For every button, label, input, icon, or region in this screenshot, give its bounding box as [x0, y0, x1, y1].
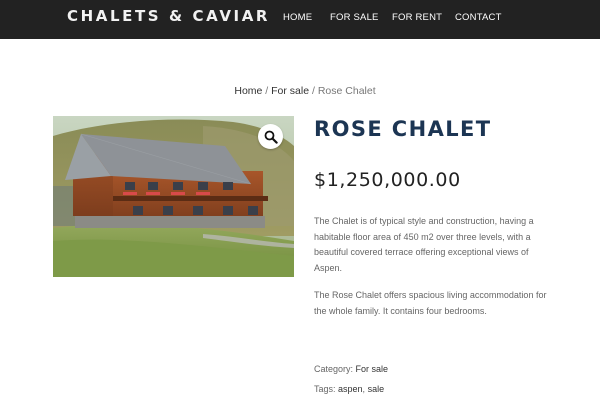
breadcrumb-home[interactable]: Home: [234, 85, 262, 97]
tags-label: Tags:: [314, 384, 339, 394]
product-category: Category: For sale: [314, 364, 388, 374]
product-price: $1,250,000.00: [314, 169, 461, 191]
top-navigation-bar: CHALETS & CAVIAR HOME FOR SALE FOR RENT …: [0, 0, 600, 39]
nav-for-rent[interactable]: FOR RENT: [392, 12, 442, 23]
product-title: ROSE CHALET: [314, 117, 492, 141]
breadcrumb-current: Rose Chalet: [317, 85, 376, 97]
product-description: The Chalet is of typical style and const…: [314, 216, 534, 273]
breadcrumb-separator: /: [309, 85, 318, 97]
breadcrumb: Home / For sale / Rose Chalet: [0, 85, 600, 97]
product-tags: Tags: aspen, sale: [314, 384, 384, 394]
tag-link[interactable]: aspen: [338, 384, 363, 394]
breadcrumb-for-sale[interactable]: For sale: [271, 85, 309, 97]
site-logo-text[interactable]: CHALETS & CAVIAR: [67, 7, 270, 25]
zoom-button[interactable]: [258, 124, 283, 149]
category-link[interactable]: For sale: [356, 364, 389, 374]
magnifier-icon: [264, 130, 278, 144]
tag-link[interactable]: sale: [368, 384, 385, 394]
breadcrumb-separator: /: [262, 85, 272, 97]
product-description: The Rose Chalet offers spacious living a…: [314, 290, 547, 316]
nav-contact[interactable]: CONTACT: [455, 12, 502, 23]
category-label: Category:: [314, 364, 356, 374]
nav-home[interactable]: HOME: [283, 12, 312, 23]
nav-for-sale[interactable]: FOR SALE: [330, 12, 379, 23]
